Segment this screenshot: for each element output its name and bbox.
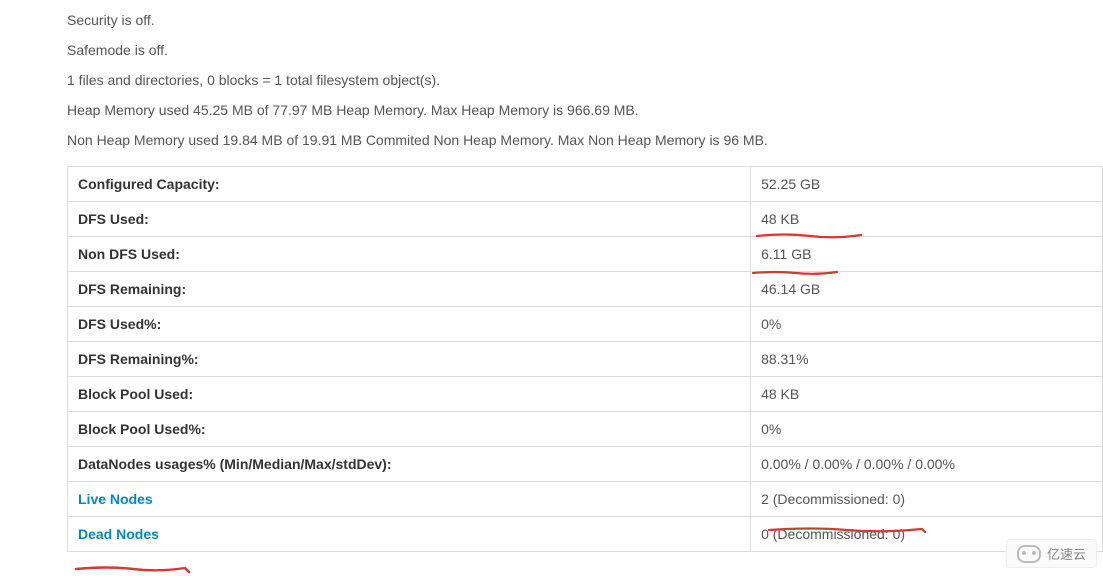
status-nonheap: Non Heap Memory used 19.84 MB of 19.91 M… — [67, 130, 1103, 150]
watermark: 亿速云 — [1006, 539, 1097, 568]
annotation-underline-dead-nodes-label — [73, 564, 193, 576]
status-heap: Heap Memory used 45.25 MB of 77.97 MB He… — [67, 100, 1103, 120]
label-block-pool-used-pct: Block Pool Used%: — [68, 412, 751, 447]
label-dfs-used-pct: DFS Used%: — [68, 307, 751, 342]
value-block-pool-used-pct: 0% — [751, 412, 1103, 447]
label-dfs-remaining: DFS Remaining: — [68, 272, 751, 307]
label-datanodes-usages: DataNodes usages% (Min/Median/Max/stdDev… — [68, 447, 751, 482]
value-block-pool-used: 48 KB — [751, 377, 1103, 412]
label-dfs-used: DFS Used: — [68, 202, 751, 237]
table-row: Block Pool Used%: 0% — [68, 412, 1103, 447]
summary-table: Configured Capacity: 52.25 GB DFS Used: … — [67, 166, 1103, 552]
value-dfs-used-pct: 0% — [751, 307, 1103, 342]
label-block-pool-used: Block Pool Used: — [68, 377, 751, 412]
table-row: Block Pool Used: 48 KB — [68, 377, 1103, 412]
label-non-dfs-used: Non DFS Used: — [68, 237, 751, 272]
table-row: DFS Used%: 0% — [68, 307, 1103, 342]
table-row: Configured Capacity: 52.25 GB — [68, 167, 1103, 202]
label-configured-capacity: Configured Capacity: — [68, 167, 751, 202]
value-live-nodes: 2 (Decommissioned: 0) — [751, 482, 1103, 517]
table-row: Dead Nodes 0 (Decommissioned: 0) — [68, 517, 1103, 552]
watermark-logo-icon — [1017, 545, 1041, 563]
value-configured-capacity: 52.25 GB — [751, 167, 1103, 202]
value-dfs-remaining-pct: 88.31% — [751, 342, 1103, 377]
table-row: DataNodes usages% (Min/Median/Max/stdDev… — [68, 447, 1103, 482]
watermark-text: 亿速云 — [1047, 544, 1086, 563]
value-datanodes-usages: 0.00% / 0.00% / 0.00% / 0.00% — [751, 447, 1103, 482]
status-security: Security is off. — [67, 10, 1103, 30]
label-live-nodes: Live Nodes — [68, 482, 751, 517]
value-dfs-remaining: 46.14 GB — [751, 272, 1103, 307]
live-nodes-link[interactable]: Live Nodes — [78, 491, 153, 507]
table-row: DFS Used: 48 KB — [68, 202, 1103, 237]
value-non-dfs-used: 6.11 GB — [751, 237, 1103, 272]
label-dead-nodes: Dead Nodes — [68, 517, 751, 552]
table-row: DFS Remaining%: 88.31% — [68, 342, 1103, 377]
value-dfs-used: 48 KB — [751, 202, 1103, 237]
status-files: 1 files and directories, 0 blocks = 1 to… — [67, 70, 1103, 90]
table-row: Live Nodes 2 (Decommissioned: 0) — [68, 482, 1103, 517]
label-dfs-remaining-pct: DFS Remaining%: — [68, 342, 751, 377]
table-row: DFS Remaining: 46.14 GB — [68, 272, 1103, 307]
dead-nodes-link[interactable]: Dead Nodes — [78, 526, 159, 542]
status-safemode: Safemode is off. — [67, 40, 1103, 60]
table-row: Non DFS Used: 6.11 GB — [68, 237, 1103, 272]
